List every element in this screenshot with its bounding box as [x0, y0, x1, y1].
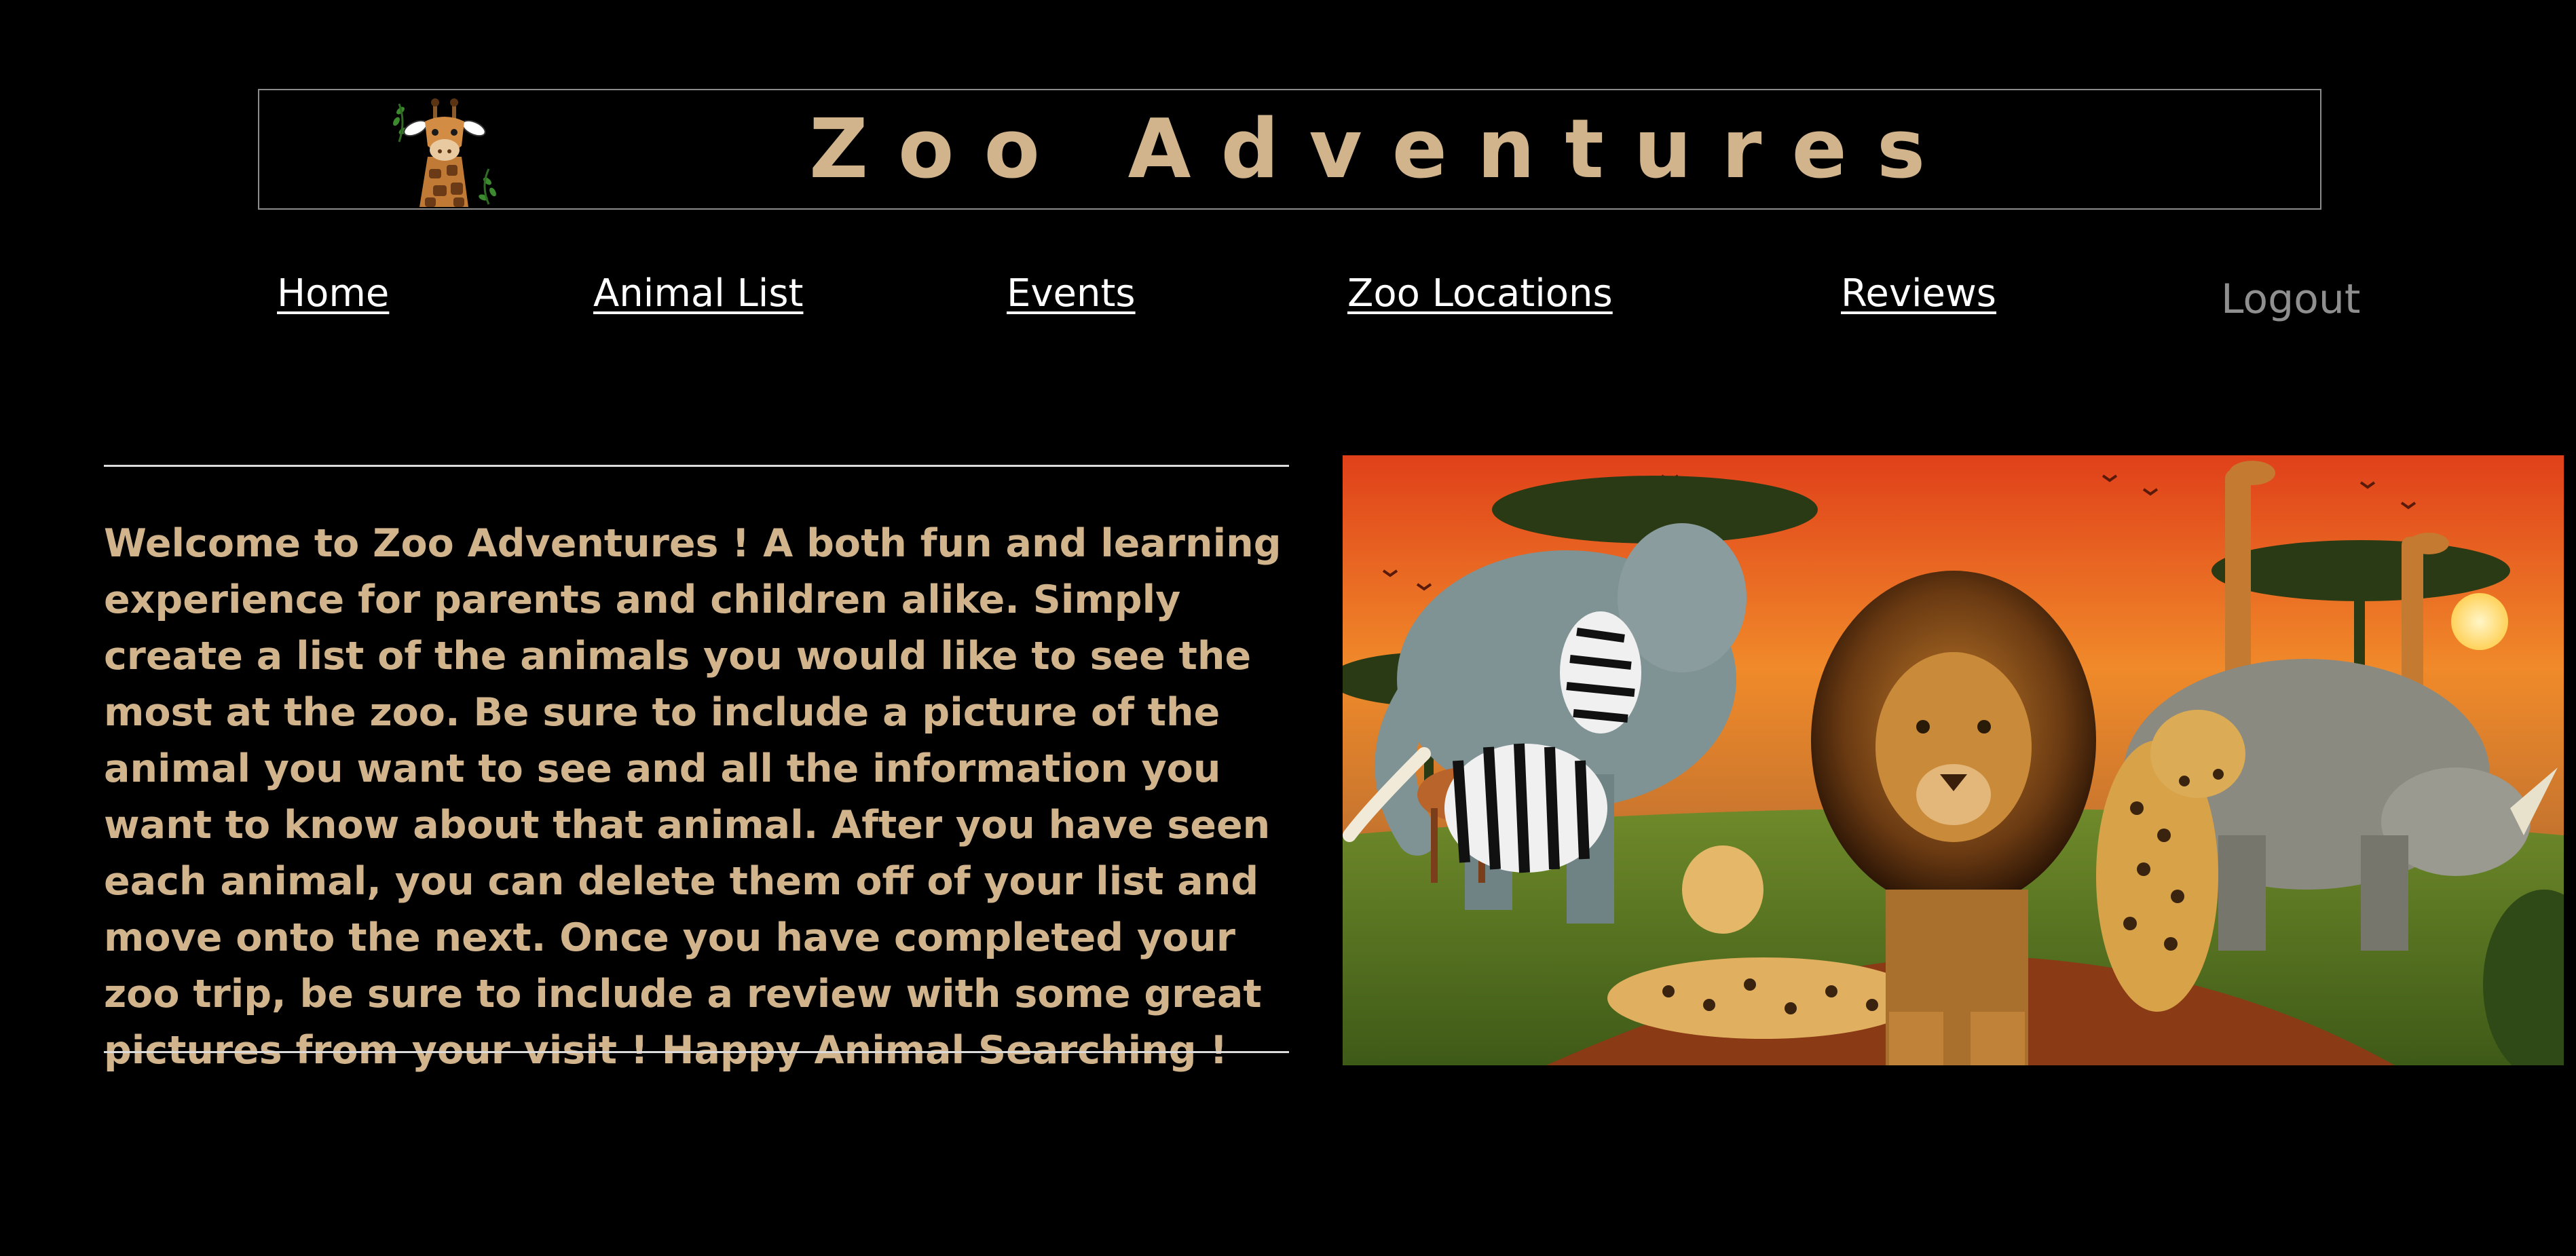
nav-home[interactable]: Home — [277, 271, 389, 316]
giraffe-icon — [386, 94, 502, 207]
safari-animals-image — [1343, 455, 2564, 1065]
nav-reviews[interactable]: Reviews — [1841, 271, 1996, 316]
divider-top — [104, 465, 1289, 467]
nav-events[interactable]: Events — [1007, 271, 1136, 316]
site-title: Zoo Adventures — [809, 102, 1956, 197]
divider-bottom — [104, 1051, 1289, 1053]
nav-animal-list[interactable]: Animal List — [593, 271, 803, 316]
site-header: Zoo Adventures — [258, 89, 2321, 210]
logout-button[interactable]: Logout — [2221, 275, 2360, 323]
nav-zoo-locations[interactable]: Zoo Locations — [1347, 271, 1613, 316]
welcome-text: Welcome to Zoo Adventures ! A both fun a… — [104, 521, 1282, 1073]
